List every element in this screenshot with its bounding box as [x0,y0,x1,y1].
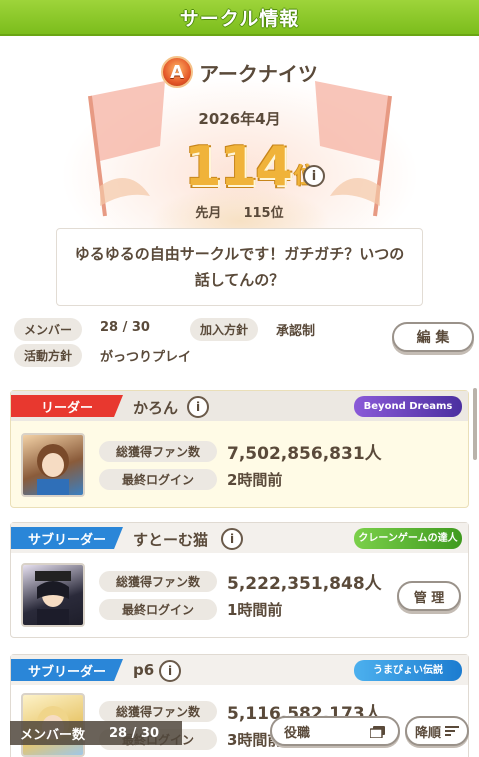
member-name: p6 [133,661,155,679]
member-avatar[interactable] [21,433,85,497]
role-tag-leader: リーダー [11,395,123,417]
member-count-value: 28 / 30 [109,725,159,741]
circle-ranking: 114 位 [150,132,350,196]
rank-number: 114 [184,135,293,198]
member-name: すとーむ猫 [133,531,209,549]
member-card-subleader[interactable]: サブリーダー すとーむ猫 i クレーンゲームの達人 総獲得ファン数 5,222,… [10,522,469,638]
activity-label: 活動方針 [14,344,83,367]
ranking-month: 2026年4月 [198,110,281,128]
members-meta: メンバー [14,318,83,341]
circle-description-box: ゆるゆるの自由サークルです！ガチガチ？いつの話してんの？ [56,228,423,306]
member-list-footer: メンバー数 28 / 30 役職 降順 [0,714,479,757]
member-info-icon[interactable]: i [187,396,209,418]
circle-rank-icon: A [161,56,194,88]
avatar-portrait-icon [37,444,69,495]
members-count: 28 / 30 [100,320,150,335]
fans-label: 総獲得ファン数 [99,571,217,592]
members-label: メンバー [14,318,83,341]
fans-row: 総獲得ファン数 7,502,856,831人 [99,439,382,464]
last-login-label: 最終ログイン [99,469,217,490]
role-filter-dropdown[interactable]: 役職 [270,716,400,746]
member-list[interactable]: リーダー かろん i Beyond Dreams 総獲得ファン数 7,502,8… [10,386,469,757]
last-login-value: 1時間前 [227,601,283,619]
last-login-label: 最終ログイン [99,599,217,620]
title-badge[interactable]: うまぴょい伝説 [354,660,462,681]
member-name: かろん [133,399,179,417]
join-policy-label: 加入方針 [190,318,259,341]
circle-name: アークナイツ [199,61,318,86]
role-tag-subleader: サブリーダー [11,659,123,681]
circle-description: ゆるゆるの自由サークルです！ガチガチ？いつの話してんの？ [74,245,405,289]
fans-value: 5,222,351,848人 [227,574,382,594]
avatar-portrait-icon [35,571,71,625]
member-card-leader[interactable]: リーダー かろん i Beyond Dreams 総獲得ファン数 7,502,8… [10,390,469,508]
title-badge[interactable]: クレーンゲームの達人 [354,528,462,549]
member-info-icon[interactable]: i [159,660,181,682]
title-badge[interactable]: Beyond Dreams [354,396,462,417]
filter-icon [370,726,385,738]
member-count-box: メンバー数 28 / 30 [10,721,182,745]
member-list-scrollbar[interactable] [473,388,477,460]
sort-icon [445,726,459,736]
fans-row: 総獲得ファン数 5,222,351,848人 [99,569,382,594]
member-avatar[interactable] [21,563,85,627]
previous-rank-row: 先月 115位 [0,202,479,221]
ranking-info-icon[interactable]: i [303,165,325,187]
fans-label: 総獲得ファン数 [99,441,217,462]
sort-order-button[interactable]: 降順 [405,716,469,746]
member-count-label: メンバー数 [20,727,86,743]
last-login-row: 最終ログイン 2時間前 [99,469,282,490]
prev-rank-value: 115位 [243,206,284,221]
join-policy-value: 承認制 [276,324,316,339]
manage-button[interactable]: 管 理 [397,581,461,611]
member-info-icon[interactable]: i [221,528,243,550]
circle-name-row: A アークナイツ [0,56,479,88]
prev-rank-label: 先月 [195,206,222,221]
join-policy-meta: 加入方針 [190,318,259,341]
fans-value: 7,502,856,831人 [227,444,382,464]
page-title: サークル情報 [179,7,300,30]
last-login-row: 最終ログイン 1時間前 [99,599,282,620]
title-bar: サークル情報 [0,0,479,36]
edit-button[interactable]: 編 集 [392,322,474,352]
activity-meta: 活動方針 [14,344,83,367]
last-login-value: 2時間前 [227,471,283,489]
activity-value: がっつりプレイ [100,350,192,365]
role-tag-subleader: サブリーダー [11,527,123,549]
